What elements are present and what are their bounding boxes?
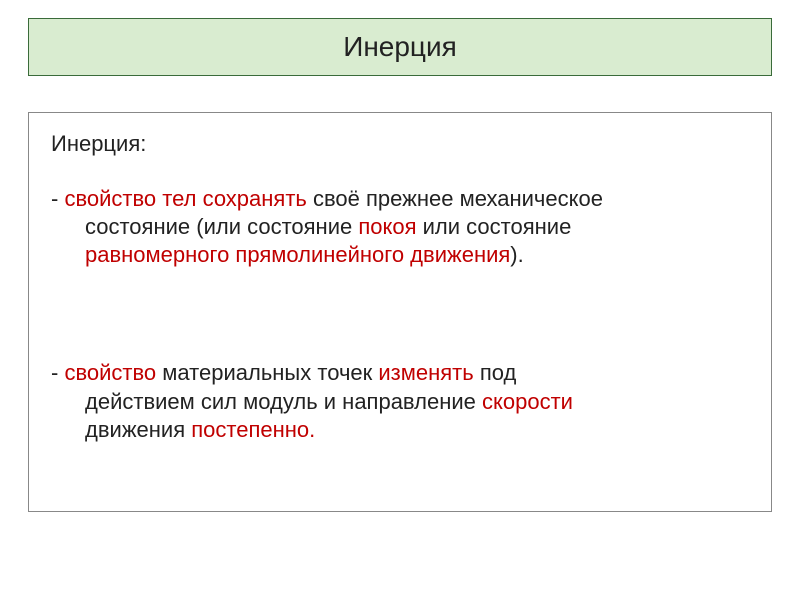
def1-text-3: или состояние xyxy=(417,214,572,239)
def1-text-2: состояние (или состояние xyxy=(85,214,358,239)
slide-title: Инерция xyxy=(37,31,763,63)
def1-red-2: покоя xyxy=(358,214,416,239)
def2-red-3: скорости xyxy=(482,389,573,414)
def2-lead: - xyxy=(51,360,64,385)
def1-lead: - xyxy=(51,186,64,211)
def1-red-3: равномерного прямолинейного движения xyxy=(85,242,510,267)
content-box: Инерция: - свойство тел сохранять своё п… xyxy=(28,112,772,512)
def2-text-2: под xyxy=(474,360,517,385)
def2-red-4: постепенно. xyxy=(191,417,315,442)
def1-text-4: ). xyxy=(510,242,523,267)
definition-1: - свойство тел сохранять своё прежнее ме… xyxy=(51,185,749,269)
def2-text-1: материальных точек xyxy=(156,360,378,385)
def1-red-1: свойство тел сохранять xyxy=(64,186,306,211)
def2-red-2: изменять xyxy=(378,360,473,385)
def1-text-1: своё прежнее механическое xyxy=(307,186,603,211)
def2-text-4: движения xyxy=(85,417,191,442)
def2-text-3: действием сил модуль и направление xyxy=(85,389,482,414)
definition-heading: Инерция: xyxy=(51,131,749,157)
def2-red-1: свойство xyxy=(64,360,156,385)
definition-2: - свойство материальных точек изменять п… xyxy=(51,359,749,443)
title-box: Инерция xyxy=(28,18,772,76)
